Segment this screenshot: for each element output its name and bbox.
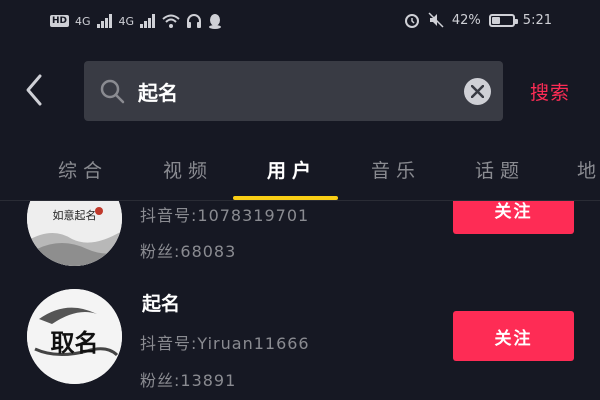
avatar[interactable]: 取名 [27, 289, 122, 384]
network-4g-label-2: 4G [118, 14, 135, 28]
status-bar: HD 4G 4G 42% 5:21 [0, 0, 600, 46]
account-id: 抖音号:Yiruan11666 [140, 334, 310, 353]
alarm-icon [404, 14, 419, 28]
search-button[interactable]: 搜索 [530, 78, 570, 105]
hd-badge: HD [50, 15, 70, 27]
user-row[interactable]: 如意起名 抖音号:1078319701 粉丝:68083 关注 [0, 201, 600, 285]
avatar[interactable]: 如意起名 [27, 201, 122, 266]
avatar-text: 如意起名 [52, 209, 97, 222]
back-button[interactable] [22, 72, 46, 108]
qq-icon [209, 14, 222, 29]
wifi-icon [162, 14, 180, 28]
tab-music[interactable]: 音乐 [371, 156, 421, 183]
battery-level [491, 16, 500, 24]
mute-icon [428, 12, 444, 28]
battery-icon [488, 13, 518, 27]
search-box [84, 61, 503, 121]
follow-button[interactable]: 关注 [453, 201, 574, 234]
tab-places[interactable]: 地 [577, 156, 600, 183]
follower-count: 粉丝:68083 [140, 242, 237, 261]
follow-button[interactable]: 关注 [453, 311, 574, 361]
search-icon [100, 79, 125, 104]
signal-icon-2 [140, 14, 156, 28]
headphones-icon [187, 14, 202, 28]
account-id: 抖音号:1078319701 [140, 206, 310, 225]
tab-users[interactable]: 用户 [267, 156, 317, 183]
status-left: HD 4G 4G [50, 13, 222, 29]
signal-icon [96, 14, 112, 28]
network-4g-label: 4G [75, 14, 91, 28]
status-right: 42% 5:21 [404, 12, 552, 28]
clock: 5:21 [522, 12, 552, 28]
tab-topics[interactable]: 话题 [475, 156, 525, 183]
follower-count: 粉丝:13891 [140, 371, 237, 390]
tab-bar: 综合 视频 用户 音乐 话题 地 [0, 148, 600, 201]
clear-search-button[interactable] [464, 78, 491, 105]
tab-videos[interactable]: 视频 [163, 156, 213, 183]
avatar-text: 取名 [50, 328, 99, 357]
active-tab-indicator [233, 196, 338, 200]
close-icon [471, 85, 484, 98]
battery-percent: 42% [451, 12, 481, 28]
chevron-left-icon [26, 74, 42, 106]
search-input[interactable] [138, 73, 438, 109]
tab-comprehensive[interactable]: 综合 [58, 156, 108, 183]
user-name: 起名 [142, 293, 181, 315]
user-row[interactable]: 取名 起名 抖音号:Yiruan11666 粉丝:13891 关注 [0, 285, 600, 400]
